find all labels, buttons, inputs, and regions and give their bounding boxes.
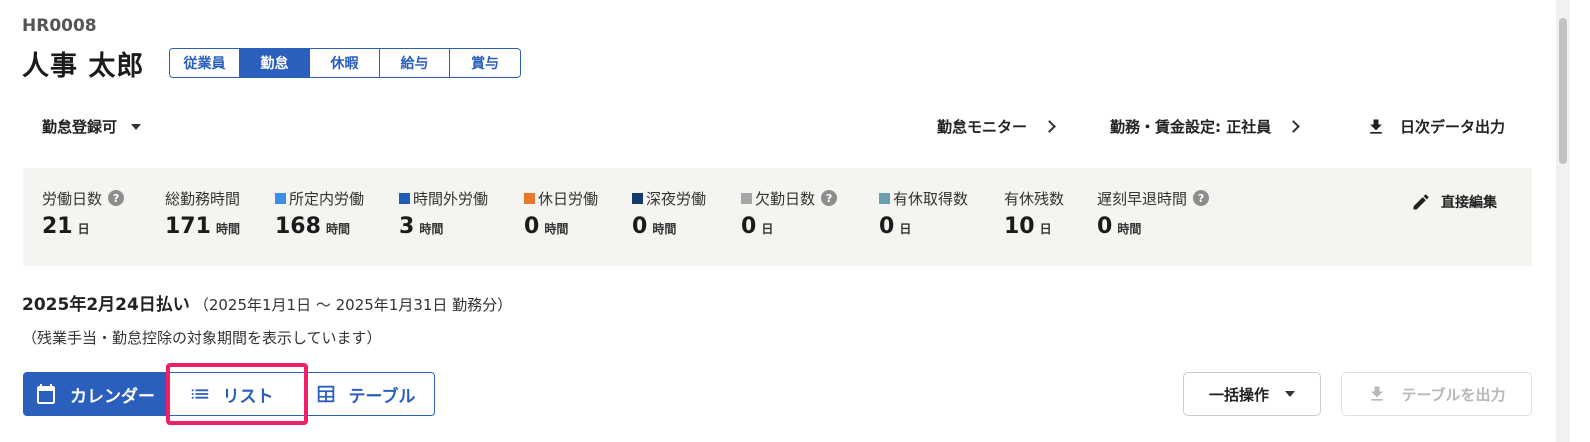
stat-paid-leave-remaining: 有休残数 10 日 [1004, 188, 1065, 240]
stat-unit: 日 [761, 222, 774, 236]
stat-unit: 時間 [325, 222, 350, 236]
stat-label: 総勤務時間 [165, 189, 241, 208]
tab-bonus[interactable]: 賞与 [450, 49, 520, 77]
employee-code: HR0008 [22, 16, 97, 36]
stat-value: 168 [275, 214, 321, 239]
download-icon [1371, 386, 1384, 401]
pay-period-range: （2025年1月1日 ～ 2025年1月31日 勤務分） [193, 296, 513, 314]
status-label: 勤怠登録可 [42, 118, 118, 136]
stat-label: 所定内労働 [289, 189, 365, 208]
stat-work-days: 労働日数? 21 日 [42, 188, 125, 239]
table-icon [317, 385, 334, 403]
stat-unit: 時間 [544, 222, 569, 236]
stat-value: 0 [879, 214, 895, 239]
work-settings-label: 勤務・賃金設定: 正社員 [1110, 118, 1272, 136]
stat-overtime-hours: 時間外労働 3 時間 [399, 188, 488, 239]
bulk-action-dropdown[interactable]: 一括操作 [1183, 372, 1321, 416]
stat-label: 欠勤日数 [755, 189, 816, 208]
tab-salary[interactable]: 給与 [380, 49, 450, 77]
employee-name: 人事 太郎 [22, 51, 145, 82]
legend-swatch [399, 192, 410, 204]
legend-swatch [275, 192, 286, 204]
list-view-label: リスト [222, 386, 274, 407]
export-table-button[interactable]: テーブルを出力 [1341, 372, 1532, 416]
pay-period-note: （残業手当・勤怠控除の対象期間を表示しています） [22, 329, 382, 347]
caret-down-icon [131, 123, 142, 130]
stat-unit: 時間 [419, 222, 444, 236]
stat-unit: 日 [899, 222, 912, 236]
calendar-icon [37, 384, 55, 404]
stat-label: 労働日数 [42, 189, 103, 208]
stat-label: 深夜労働 [646, 189, 707, 208]
tab-attendance[interactable]: 勤怠 [240, 49, 310, 77]
stat-late-early-hours: 遅刻早退時間? 0 時間 [1097, 188, 1210, 239]
caret-down-icon [1285, 391, 1295, 397]
legend-swatch [632, 192, 643, 204]
stat-paid-leave-taken: 有休取得数 0日 [879, 188, 968, 239]
vertical-scrollbar[interactable] [1556, 0, 1570, 442]
stat-value: 3 [399, 214, 415, 239]
pencil-icon [1413, 194, 1429, 210]
daily-export-button[interactable]: 日次データ出力 [1366, 116, 1505, 137]
toolbar: 勤怠登録可 勤怠モニター 勤務・賃金設定: 正社員 日次データ出力 [0, 114, 1590, 142]
stat-label: 遅刻早退時間 [1097, 189, 1188, 208]
table-view-button[interactable]: テーブル [296, 372, 435, 416]
chevron-right-icon [1287, 120, 1301, 133]
stat-unit: 日 [77, 222, 90, 236]
stat-value: 10 [1004, 214, 1035, 239]
stat-label: 有休残数 [1004, 189, 1065, 208]
stat-holiday-hours: 休日労働 0 時間 [524, 188, 598, 239]
calendar-view-button[interactable]: カレンダー [23, 372, 166, 416]
employee-tabs: 従業員 勤怠 休暇 給与 賞与 [169, 48, 521, 78]
pay-period: 2025年2月24日払い （2025年1月1日 ～ 2025年1月31日 勤務分） [22, 290, 512, 315]
attendance-summary: 労働日数? 21 日 総勤務時間 171 時間 所定内労働 168 時間 時間外労働 … [23, 168, 1532, 266]
export-table-label: テーブルを出力 [1401, 385, 1506, 404]
chevron-right-icon [1043, 120, 1056, 133]
list-view-button[interactable]: リスト [166, 372, 296, 416]
stat-value: 0 [1097, 214, 1113, 239]
monitor-link[interactable]: 勤怠モニター [937, 116, 1056, 137]
tab-leave[interactable]: 休暇 [310, 49, 380, 77]
stat-value: 0 [524, 214, 540, 239]
legend-swatch [741, 192, 752, 204]
view-toggle: カレンダー リスト テーブル [23, 372, 435, 416]
tab-employee[interactable]: 従業員 [170, 49, 240, 77]
list-icon [191, 389, 208, 399]
stat-total-hours: 総勤務時間 171 時間 [165, 188, 241, 240]
direct-edit-label: 直接編集 [1441, 195, 1497, 211]
stat-scheduled-hours: 所定内労働 168 時間 [275, 188, 364, 239]
stat-label: 休日労働 [538, 189, 599, 208]
stat-unit: 日 [1039, 222, 1052, 236]
stat-value: 171 [165, 214, 211, 239]
stat-label: 時間外労働 [413, 189, 489, 208]
bulk-action-label: 一括操作 [1208, 385, 1269, 404]
calendar-view-label: カレンダー [70, 386, 155, 407]
status-dropdown[interactable]: 勤怠登録可 [42, 116, 142, 137]
stat-value: 0 [632, 214, 648, 239]
legend-swatch [879, 192, 890, 204]
table-view-label: テーブル [348, 386, 416, 407]
stat-unit: 時間 [215, 222, 240, 236]
stat-value: 0 [741, 214, 757, 239]
work-settings-link[interactable]: 勤務・賃金設定: 正社員 [1110, 116, 1301, 137]
monitor-label: 勤怠モニター [937, 118, 1028, 136]
download-icon [1370, 119, 1382, 134]
stat-unit: 時間 [1117, 222, 1142, 236]
pay-period-title: 2025年2月24日払い [22, 295, 190, 315]
stat-value: 21 [42, 214, 73, 239]
stat-label: 有休取得数 [893, 189, 969, 208]
stat-absence-days: 欠勤日数? 0日 [741, 188, 838, 239]
help-icon[interactable]: ? [1193, 190, 1210, 206]
legend-swatch [524, 192, 535, 204]
help-icon[interactable]: ? [108, 190, 125, 206]
help-icon[interactable]: ? [821, 190, 838, 206]
direct-edit-button[interactable]: 直接編集 [1411, 192, 1497, 212]
stat-night-hours: 深夜労働 0 時間 [632, 188, 706, 239]
stat-unit: 時間 [652, 222, 677, 236]
daily-export-label: 日次データ出力 [1400, 118, 1506, 136]
scroll-thumb[interactable] [1559, 18, 1567, 164]
